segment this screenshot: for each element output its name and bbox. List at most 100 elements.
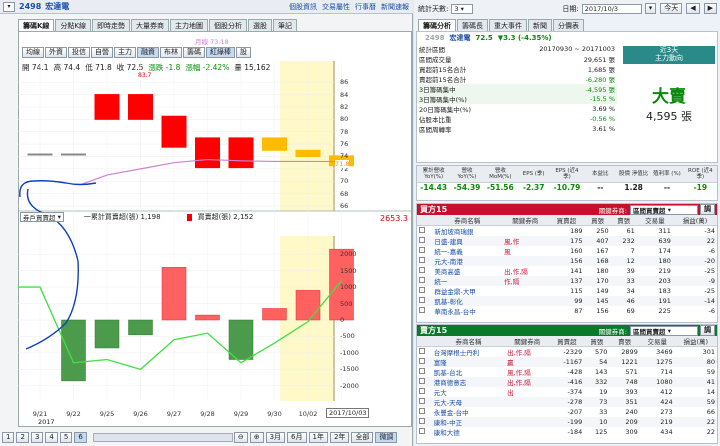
sell-col-header[interactable]: 關鍵券商	[505, 336, 550, 347]
date-input[interactable]: 2017/10/3	[581, 3, 642, 14]
row-checkbox[interactable]	[417, 306, 432, 316]
buy-col-header[interactable]: 損益(萬)	[672, 215, 717, 226]
buy-row[interactable]: 統一 作,隔 137 170 33 203 -9	[417, 276, 717, 286]
buy-mode-select[interactable]: 區間買賣超 ▾	[630, 204, 698, 215]
sell-row[interactable]: 康和大德 -184 125 309 434 22	[417, 427, 717, 437]
buy-row[interactable]: 群益金鼎-大甲 115 149 34 183 -25	[417, 286, 717, 296]
prev-icon[interactable]: ◀	[686, 3, 700, 14]
tab-branch-kline[interactable]: 分點K線	[55, 19, 92, 31]
checkbox-icon[interactable]	[419, 247, 425, 253]
range-6m[interactable]: 6月	[287, 431, 307, 443]
tab-intraday[interactable]: 即時走勢	[92, 19, 131, 31]
row-checkbox[interactable]	[417, 256, 432, 266]
sell-adjust-button[interactable]: 調	[700, 325, 715, 336]
tab-notes[interactable]: 筆記	[273, 19, 298, 31]
page-1[interactable]: 1	[2, 431, 15, 443]
row-checkbox[interactable]	[417, 236, 432, 246]
checkbox-icon[interactable]	[419, 358, 425, 364]
page-4[interactable]: 4	[45, 431, 58, 443]
tab-chip-kline[interactable]: 籌碼K線	[18, 19, 55, 31]
row-checkbox[interactable]	[417, 276, 432, 286]
tab-price-table[interactable]: 分價表	[553, 19, 584, 31]
row-checkbox[interactable]	[417, 367, 432, 377]
tab-stock-analysis[interactable]: 個股分析	[209, 19, 248, 31]
checkbox-icon[interactable]	[419, 307, 425, 313]
sell-row[interactable]: 台灣摩根士丹利 出,作,隔 -2329 570 2899 3469 301	[417, 347, 717, 358]
checkbox-icon[interactable]	[419, 348, 425, 354]
link-trade-attr[interactable]: 交易屬性	[322, 2, 350, 12]
buy-col-header[interactable]: 券商名稱	[432, 215, 503, 226]
checkbox-icon[interactable]	[419, 408, 425, 414]
buy-col-header[interactable]: 關鍵券商	[502, 215, 549, 226]
checkbox-icon[interactable]	[419, 388, 425, 394]
checkbox-icon[interactable]	[419, 237, 425, 243]
fine-tune-button[interactable]: 微調	[375, 431, 398, 443]
today-button[interactable]: 今天	[660, 3, 683, 14]
tab-major-events[interactable]: 重大事件	[489, 19, 527, 31]
row-checkbox[interactable]	[417, 427, 432, 437]
sell-row[interactable]: 康和-中正 -199 10 209 219 22	[417, 417, 717, 427]
sell-row[interactable]: 永豐金-台中 -207 33 240 273 66	[417, 407, 717, 417]
range-all[interactable]: 全部	[351, 431, 374, 443]
buy-adjust-button[interactable]: 調	[700, 204, 715, 215]
checkbox-icon[interactable]	[419, 378, 425, 384]
buy-row[interactable]: 新加坡商瑞銀 189 250 61 311 -34	[417, 226, 717, 237]
row-checkbox[interactable]	[417, 377, 432, 387]
row-checkbox[interactable]	[417, 387, 432, 397]
sell-col-header[interactable]: 券商名稱	[431, 336, 506, 347]
sell-row[interactable]: 元大-天母 -278 73 351 424 59	[417, 397, 717, 407]
row-checkbox[interactable]	[417, 407, 432, 417]
zoom-out-icon[interactable]: ⊖	[233, 431, 248, 443]
tab-chip-analysis[interactable]: 籌碼分析	[418, 19, 456, 31]
buy-col-header[interactable]: 買賣超	[548, 215, 585, 226]
buy-col-header[interactable]: 交易量	[636, 215, 673, 226]
checkbox-icon[interactable]	[419, 368, 425, 374]
checkbox-icon[interactable]	[419, 428, 425, 434]
checkbox-icon[interactable]	[419, 277, 425, 283]
buy-row[interactable]: 日盛-建興 風,作 175 407 232 639 22	[417, 236, 717, 246]
tab-news[interactable]: 新聞	[528, 19, 552, 31]
link-news[interactable]: 新聞速報	[381, 2, 409, 12]
next-icon[interactable]: ▶	[703, 3, 717, 14]
stock-dropdown[interactable]: ▾	[3, 1, 15, 12]
row-checkbox[interactable]	[417, 226, 432, 237]
tab-main-map[interactable]: 主力地圖	[170, 19, 209, 31]
sell-col-header[interactable]: 買張	[584, 336, 610, 347]
sell-row[interactable]: 港商德意志 出,作,隔 -416 332 748 1080 41	[417, 377, 717, 387]
page-5[interactable]: 5	[59, 431, 73, 443]
page-3[interactable]: 3	[30, 431, 44, 443]
range-1y[interactable]: 1年	[308, 431, 328, 443]
row-checkbox[interactable]	[417, 296, 432, 306]
link-calendar[interactable]: 行事曆	[355, 2, 376, 12]
buy-row[interactable]: 統一-嘉義 風 160 167 7 174 -6	[417, 246, 717, 256]
checkbox-icon[interactable]	[419, 287, 425, 293]
calendar-icon[interactable]: ▾	[644, 3, 657, 14]
row-checkbox[interactable]	[417, 347, 432, 358]
sell-col-header[interactable]: 買賣超	[549, 336, 585, 347]
buy-col-header[interactable]: 買張	[584, 215, 611, 226]
tab-chip-long[interactable]: 籌碼長	[457, 19, 488, 31]
checkbox-icon[interactable]	[419, 257, 425, 263]
buy-row[interactable]: 元大-南港 156 168 12 180 -20	[417, 256, 717, 266]
checkbox-icon[interactable]	[419, 297, 425, 303]
tab-big-broker[interactable]: 大量券商	[131, 19, 170, 31]
row-checkbox[interactable]	[417, 397, 432, 407]
checkbox-icon[interactable]	[419, 227, 425, 233]
row-checkbox[interactable]	[417, 246, 432, 256]
buy-row[interactable]: 美商高盛 出,作,隔 141 180 39 219 -25	[417, 266, 717, 276]
sell-col-header[interactable]: 賣張	[609, 336, 640, 347]
row-checkbox[interactable]	[417, 266, 432, 276]
checkbox-icon[interactable]	[419, 418, 425, 424]
checkbox-icon[interactable]	[419, 267, 425, 273]
sell-col-header[interactable]: 交易量	[639, 336, 675, 347]
range-2y[interactable]: 2年	[329, 431, 350, 443]
range-3m[interactable]: 3月	[265, 431, 286, 443]
sell-col-header[interactable]: 損益(萬)	[674, 336, 717, 347]
sell-mode-select[interactable]: 區間買賣超 ▾	[630, 325, 698, 336]
checkbox-icon[interactable]	[419, 398, 425, 404]
page-6[interactable]: 6	[74, 431, 87, 443]
buy-row[interactable]: 凱基-彰化 99 145 46 191 -14	[417, 296, 717, 306]
sell-row[interactable]: 凱基-台北 風,作,隔 -428 143 571 714 59	[417, 367, 717, 377]
row-checkbox[interactable]	[417, 286, 432, 296]
zoom-in-icon[interactable]: ⊕	[249, 431, 264, 443]
